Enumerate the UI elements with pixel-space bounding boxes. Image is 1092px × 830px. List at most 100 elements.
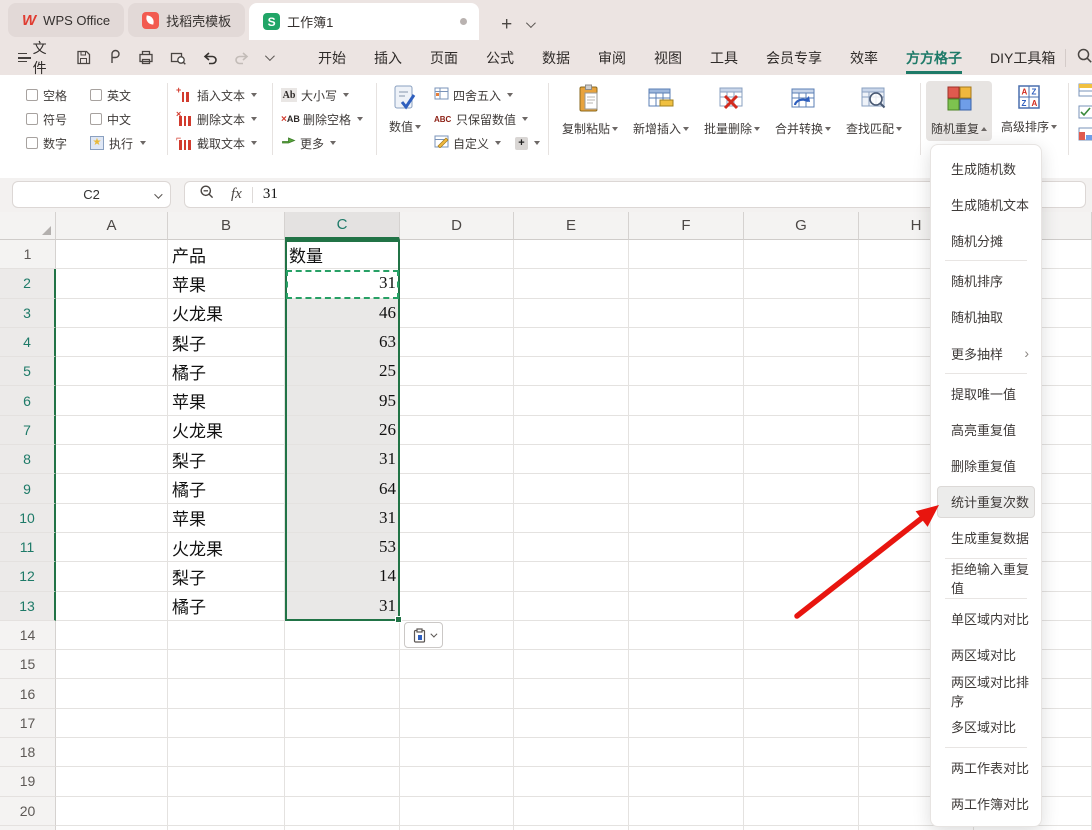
cell-D13[interactable] <box>400 592 514 621</box>
cell-B17[interactable] <box>168 709 285 738</box>
cell-F2[interactable] <box>629 269 744 298</box>
checkbox-number[interactable]: 数字 <box>26 135 90 152</box>
cell-D19[interactable] <box>400 767 514 796</box>
row-header-3[interactable]: 3 <box>0 299 56 328</box>
cell-E18[interactable] <box>514 738 629 767</box>
cell-F4[interactable] <box>629 328 744 357</box>
cell-B20[interactable] <box>168 797 285 826</box>
cell-C17[interactable] <box>285 709 400 738</box>
value-button[interactable]: 数值 <box>384 83 426 155</box>
cell-A8[interactable] <box>56 445 168 474</box>
cell-G16[interactable] <box>744 679 859 708</box>
cell-A18[interactable] <box>56 738 168 767</box>
cell-F8[interactable] <box>629 445 744 474</box>
cell-D20[interactable] <box>400 797 514 826</box>
cell-E1[interactable] <box>514 240 629 269</box>
menu-item-删除重复值[interactable]: 删除重复值 <box>931 448 1041 484</box>
menu-item-随机排序[interactable]: 随机排序 <box>931 263 1041 299</box>
menu-item-随机分摊[interactable]: 随机分摊 <box>931 222 1041 258</box>
cell-G4[interactable] <box>744 328 859 357</box>
cell-C3[interactable]: 46 <box>285 299 400 328</box>
cell-D21[interactable] <box>400 826 514 830</box>
cell-D2[interactable] <box>400 269 514 298</box>
menu-tab-审阅[interactable]: 审阅 <box>598 42 626 74</box>
cell-E20[interactable] <box>514 797 629 826</box>
cell-G1[interactable] <box>744 240 859 269</box>
menu-item-生成随机数[interactable]: 生成随机数 <box>931 150 1041 186</box>
cell-F7[interactable] <box>629 416 744 445</box>
cell-F3[interactable] <box>629 299 744 328</box>
menu-tab-公式[interactable]: 公式 <box>486 42 514 74</box>
remove-spaces-button[interactable]: ×AB删除空格 <box>281 107 363 131</box>
select-all-corner[interactable] <box>0 212 56 240</box>
custom-button[interactable]: 自定义 + <box>434 131 540 155</box>
cell-B14[interactable] <box>168 621 285 650</box>
find-match-button[interactable]: 查找匹配 <box>840 83 908 137</box>
cell-G11[interactable] <box>744 533 859 562</box>
cell-G3[interactable] <box>744 299 859 328</box>
cell-B19[interactable] <box>168 767 285 796</box>
cell-A4[interactable] <box>56 328 168 357</box>
cell-C10[interactable]: 31 <box>285 504 400 533</box>
cell-F17[interactable] <box>629 709 744 738</box>
row-header-18[interactable]: 18 <box>0 738 56 767</box>
menu-item-更多抽样[interactable]: 更多抽样› <box>931 335 1041 371</box>
cell-C11[interactable]: 53 <box>285 533 400 562</box>
cell-B7[interactable]: 火龙果 <box>168 416 285 445</box>
cell-F14[interactable] <box>629 621 744 650</box>
cell-G6[interactable] <box>744 386 859 415</box>
cell-E16[interactable] <box>514 679 629 708</box>
cell-A7[interactable] <box>56 416 168 445</box>
menu-tab-开始[interactable]: 开始 <box>318 42 346 74</box>
quick-toolbar-chevron-icon[interactable] <box>265 51 275 61</box>
row-header-2[interactable]: 2 <box>0 269 56 298</box>
cell-C21[interactable] <box>285 826 400 830</box>
cell-E4[interactable] <box>514 328 629 357</box>
menu-item-随机抽取[interactable]: 随机抽取 <box>931 299 1041 335</box>
column-header-G[interactable]: G <box>744 212 859 240</box>
cell-F21[interactable] <box>629 826 744 830</box>
cell-E9[interactable] <box>514 474 629 503</box>
undo-button[interactable] <box>201 50 219 66</box>
row-header-12[interactable]: 12 <box>0 562 56 591</box>
cell-C4[interactable]: 63 <box>285 328 400 357</box>
cell-C8[interactable]: 31 <box>285 445 400 474</box>
insert-text-button[interactable]: +插入文本 <box>177 83 257 107</box>
cell-D10[interactable] <box>400 504 514 533</box>
paste-options-button[interactable] <box>404 622 443 648</box>
row-header-20[interactable]: 20 <box>0 797 56 826</box>
add-custom-button[interactable]: + <box>515 137 528 150</box>
fill-handle[interactable] <box>395 616 402 623</box>
cell-G8[interactable] <box>744 445 859 474</box>
search-icon[interactable] <box>1076 47 1092 68</box>
row-header-19[interactable]: 19 <box>0 767 56 796</box>
cell-G2[interactable] <box>744 269 859 298</box>
cell-A16[interactable] <box>56 679 168 708</box>
cell-A2[interactable] <box>56 269 168 298</box>
cell-B15[interactable] <box>168 650 285 679</box>
row-header-10[interactable]: 10 <box>0 504 56 533</box>
cell-G5[interactable] <box>744 357 859 386</box>
menu-tab-视图[interactable]: 视图 <box>654 42 682 74</box>
cell-E3[interactable] <box>514 299 629 328</box>
cell-E8[interactable] <box>514 445 629 474</box>
cell-D17[interactable] <box>400 709 514 738</box>
row-header-9[interactable]: 9 <box>0 474 56 503</box>
menu-item-提取唯一值[interactable]: 提取唯一值 <box>931 375 1041 411</box>
cell-A5[interactable] <box>56 357 168 386</box>
cell-C15[interactable] <box>285 650 400 679</box>
cell-F6[interactable] <box>629 386 744 415</box>
cell-C19[interactable] <box>285 767 400 796</box>
delete-text-button[interactable]: ×删除文本 <box>177 107 257 131</box>
column-header-B[interactable]: B <box>168 212 285 240</box>
row-header-8[interactable]: 8 <box>0 445 56 474</box>
advanced-sort-button[interactable]: AZZA 高级排序 <box>996 81 1062 141</box>
cell-E7[interactable] <box>514 416 629 445</box>
cell-B6[interactable]: 苹果 <box>168 386 285 415</box>
cell-G17[interactable] <box>744 709 859 738</box>
cell-B18[interactable] <box>168 738 285 767</box>
cell-C5[interactable]: 25 <box>285 357 400 386</box>
row-header-4[interactable]: 4 <box>0 328 56 357</box>
cell-D6[interactable] <box>400 386 514 415</box>
cell-A3[interactable] <box>56 299 168 328</box>
